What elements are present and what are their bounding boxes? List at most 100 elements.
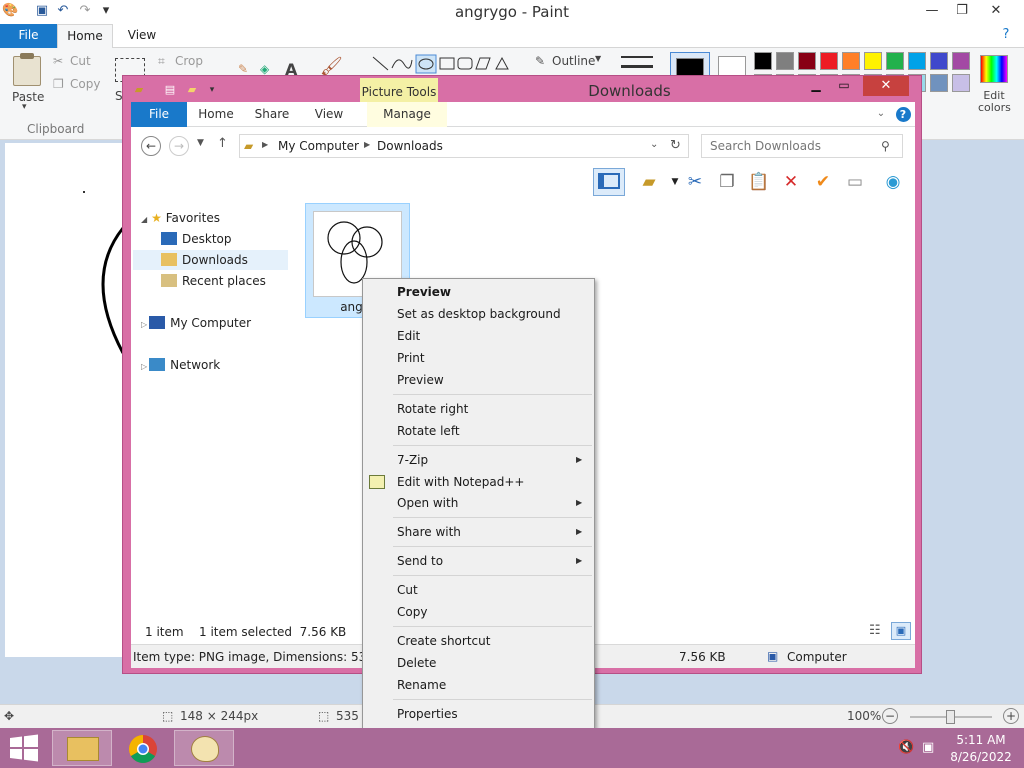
size-icon[interactable] [621,56,653,68]
explorer-close-button[interactable]: ✕ [863,76,909,96]
menu-item-edit[interactable]: Edit [397,325,420,347]
outline-icon[interactable]: ✎ [535,54,545,68]
palette-swatch[interactable] [930,74,948,92]
explorer-tab-view[interactable]: View [307,102,351,127]
copy-icon[interactable]: ❐ [53,77,64,91]
palette-swatch[interactable] [820,52,838,70]
zoom-in-button[interactable]: + [1003,708,1019,724]
delete-toolbar-icon[interactable]: ✕ [779,170,803,194]
menu-item-rotate-left[interactable]: Rotate left [397,420,460,442]
explorer-help-icon[interactable]: ? [895,102,911,127]
edit-colors-icon[interactable] [980,55,1008,83]
palette-swatch[interactable] [842,52,860,70]
brush-icon[interactable]: 🖌 [320,56,343,77]
cut-button[interactable]: Cut [70,54,91,68]
back-button[interactable]: ← [141,136,161,156]
zoom-slider-thumb[interactable] [946,710,955,724]
breadcrumb-chevron-icon[interactable]: ▶ [364,140,370,149]
paint-help-icon[interactable]: ? [992,24,1020,46]
paste-dropdown-icon[interactable]: ▾ [22,102,27,112]
taskbar-paint[interactable] [174,730,234,766]
menu-item-cut[interactable]: Cut [397,579,418,601]
address-chevron-icon[interactable]: ▶ [262,140,268,149]
up-button[interactable]: ↑ [217,136,228,151]
search-icon[interactable]: ⚲ [881,139,890,153]
menu-item-delete[interactable]: Delete [397,652,436,674]
menu-item-preview-default[interactable]: Preview [397,281,451,303]
windows-start-icon[interactable] [8,734,40,762]
checkmark-toolbar-icon[interactable]: ✔ [811,170,835,194]
forward-button[interactable]: → [169,136,189,156]
palette-swatch[interactable] [952,74,970,92]
paint-minimize-button[interactable]: — [918,0,946,22]
details-view-icon[interactable]: ☷ [869,623,881,638]
fill-icon[interactable]: ◈ [260,62,269,76]
breadcrumb-downloads[interactable]: Downloads [377,139,443,153]
favorites-expand-icon[interactable]: ◢ [141,215,147,224]
palette-swatch[interactable] [864,52,882,70]
network-tray-icon[interactable]: ▣ [922,740,934,755]
refresh-icon[interactable]: ↻ [670,138,681,153]
palette-swatch[interactable] [952,52,970,70]
palette-swatch[interactable] [776,52,794,70]
menu-item-rename[interactable]: Rename [397,674,446,696]
paste-button[interactable]: Paste [12,90,44,104]
nav-desktop[interactable]: Desktop [161,229,232,249]
paste-toolbar-icon[interactable]: 📋 [747,170,771,194]
clock-date[interactable]: 8/26/2022 [946,750,1016,764]
menu-item-share-with[interactable]: Share with [397,521,461,543]
menu-item-edit-notepadpp[interactable]: Edit with Notepad++ [397,471,524,493]
menu-item-preview[interactable]: Preview [397,369,444,391]
menu-item-properties[interactable]: Properties [397,703,458,725]
nav-my-computer[interactable]: ▷ My Computer [141,313,251,333]
paint-tab-file[interactable]: File [0,24,57,48]
copy-toolbar-icon[interactable]: ❐ [715,170,739,194]
globe-toolbar-icon[interactable]: ◉ [881,170,905,194]
clock-time[interactable]: 5:11 AM [946,733,1016,747]
outline-dropdown[interactable]: Outline [552,54,595,68]
preview-pane-icon[interactable] [593,168,625,196]
shapes-gallery[interactable] [370,54,515,74]
paste-icon[interactable] [13,53,41,86]
explorer-minimize-button[interactable]: ▁ [803,78,829,96]
cut-toolbar-icon[interactable]: ✂ [683,170,707,194]
menu-item-copy[interactable]: Copy [397,601,427,623]
explorer-tab-file[interactable]: File [131,102,187,127]
outline-chevron-icon[interactable]: ▼ [595,54,601,63]
explorer-tab-manage[interactable]: Manage [367,102,447,127]
rename-toolbar-icon[interactable]: ▭ [843,170,867,194]
network-expand-icon[interactable]: ▷ [141,362,147,371]
copy-button[interactable]: Copy [70,77,100,91]
paint-close-button[interactable]: ✕ [982,0,1010,22]
taskbar-chrome[interactable] [113,730,173,766]
properties-folder-icon[interactable]: ▰ [637,170,661,194]
ribbon-expand-icon[interactable]: ⌄ [873,102,889,127]
menu-item-rotate-right[interactable]: Rotate right [397,398,468,420]
volume-muted-icon[interactable]: 🔇 [898,740,914,755]
menu-item-send-to[interactable]: Send to [397,550,443,572]
nav-network[interactable]: ▷ Network [141,355,220,375]
crop-icon[interactable]: ⌗ [158,54,165,69]
paint-maximize-button[interactable]: ❐ [948,0,976,22]
menu-item-7zip[interactable]: 7-Zip [397,449,428,471]
paint-tab-home[interactable]: Home [57,24,113,49]
menu-item-open-with[interactable]: Open with [397,492,458,514]
palette-swatch[interactable] [886,52,904,70]
computer-expand-icon[interactable]: ▷ [141,320,147,329]
address-dropdown-icon[interactable]: ⌄ [650,139,658,150]
large-icons-view-icon[interactable]: ▣ [891,622,911,640]
explorer-maximize-button[interactable]: ▭ [831,78,857,96]
palette-swatch[interactable] [908,52,926,70]
menu-item-print[interactable]: Print [397,347,425,369]
explorer-tab-share[interactable]: Share [249,102,295,127]
cut-icon[interactable]: ✂ [53,54,63,68]
nav-downloads[interactable]: Downloads [133,250,288,270]
palette-swatch[interactable] [798,52,816,70]
recent-locations-icon[interactable]: ▼ [197,138,204,148]
breadcrumb-my-computer[interactable]: My Computer [278,139,359,153]
menu-item-create-shortcut[interactable]: Create shortcut [397,630,490,652]
search-input[interactable]: Search Downloads [701,134,903,158]
nav-recent-places[interactable]: Recent places [161,271,266,291]
zoom-out-button[interactable]: − [882,708,898,724]
pencil-icon[interactable]: ✎ [238,62,248,76]
